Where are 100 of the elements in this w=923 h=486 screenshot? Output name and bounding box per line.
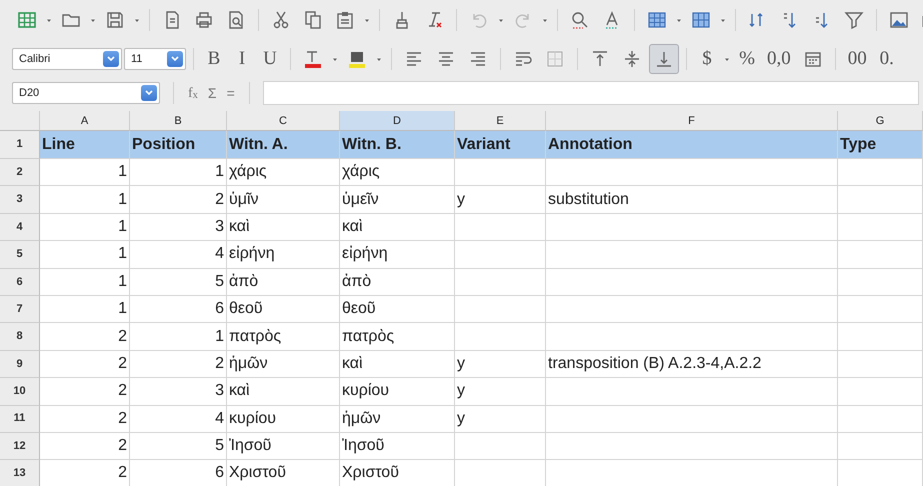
function-wizard-button[interactable]: f$_{x}$ [187,78,199,108]
column-title: Line [40,131,130,159]
column-title: Witn. B. [340,131,455,159]
merge-cells-icon [545,49,565,69]
table-cell: 1 [40,186,130,214]
row-header[interactable]: 9 [0,350,40,378]
column-header[interactable]: D [340,111,455,131]
rows-icon [647,10,667,30]
row-header[interactable]: 11 [0,406,40,433]
table-cell: 6 [130,460,227,486]
table-cell: κυρίου [227,406,340,433]
table-cell: 6 [130,296,227,324]
table-cell: substitution [546,186,838,214]
align-bottom-icon [654,49,674,69]
table-cell: 5 [130,268,227,296]
column-header[interactable]: A [40,111,130,131]
row-header[interactable]: 4 [0,214,40,242]
search-icon [570,10,590,30]
table-cell: 2 [40,378,130,406]
corner-cell[interactable] [0,111,40,131]
row-header[interactable]: 7 [0,296,40,324]
column-title: Annotation [546,131,838,159]
row-header[interactable]: 3 [0,186,40,214]
table-cell: ὑμεῖν [340,186,455,214]
column-header[interactable]: B [130,111,227,131]
toolbar-button[interactable]: 0. [874,44,900,74]
column-header[interactable]: E [455,111,546,131]
toolbar-button[interactable]: 0,0 [762,44,796,74]
table-cell: ἀπὸ [340,268,455,296]
font-size-field[interactable]: 11 [124,48,186,70]
table-cell: 3 [130,214,227,242]
image-icon [889,10,909,30]
scissors-icon [271,10,291,30]
table-cell: 2 [40,432,130,460]
table-cell: καὶ [227,214,340,242]
table-cell: καὶ [340,214,455,242]
row-header[interactable]: 10 [0,378,40,406]
grid-icon [17,10,37,30]
toolbar-button[interactable]: B [201,44,227,74]
sum-button[interactable]: Σ [206,78,218,108]
table-cell: ἡμῶν [340,406,455,433]
table-cell: 4 [130,406,227,433]
table-cell: 1 [40,241,130,269]
formula-input-field[interactable] [262,81,919,105]
table-cell: 5 [130,432,227,460]
table-cell: ὑμῖν [227,186,340,214]
column-header[interactable]: G [838,111,923,131]
row-header[interactable]: 12 [0,432,40,460]
table-cell: 1 [40,296,130,324]
table-cell: y [455,406,546,433]
column-header[interactable]: F [546,111,838,131]
column-title: Witn. A. [227,131,340,159]
font-color-icon [303,49,323,69]
toolbar-button[interactable] [649,44,679,74]
table-cell: Χριστοῦ [227,460,340,486]
row-header[interactable]: 1 [0,131,40,159]
toolbar-button[interactable]: 00 [842,44,872,74]
align-top-icon [590,49,610,69]
row-header[interactable]: 6 [0,268,40,296]
highlight-icon [347,49,367,69]
caret-icon [145,89,153,97]
row-header[interactable]: 13 [0,460,40,486]
table-cell: 2 [40,350,130,378]
table-cell: εἰρήνη [340,241,455,269]
toolbar-button[interactable]: U [257,44,283,74]
table-cell: χάρις [227,159,340,186]
row-header[interactable]: 5 [0,241,40,269]
table-cell: 2 [40,406,130,433]
row-header[interactable]: 2 [0,159,40,186]
column-header[interactable]: C [227,111,340,131]
toolbar-button[interactable]: I [229,44,255,74]
toolbar-button[interactable]: % [734,44,760,74]
table-cell: 1 [40,159,130,186]
table-cell: y [455,186,546,214]
columns-icon [691,10,711,30]
font-name-field[interactable]: Calibri [12,48,122,70]
table-cell: ἡμῶν [227,350,340,378]
copy-icon [303,10,323,30]
table-cell: χάρις [340,159,455,186]
table-cell: 1 [40,214,130,242]
caret-icon [171,55,179,63]
table-cell: 2 [40,323,130,351]
printer-icon [194,10,214,30]
toolbar-button[interactable]: $ [694,44,720,74]
table-cell: Ἰησοῦ [340,432,455,460]
table-cell: 4 [130,241,227,269]
table-cell: θεοῦ [340,296,455,324]
align-middle-icon [622,49,642,69]
row-header[interactable]: 8 [0,323,40,351]
name-box[interactable]: D20 [12,82,160,104]
save-icon [105,10,125,30]
table-cell: 1 [40,268,130,296]
table-cell: Ἰησοῦ [227,432,340,460]
caret-icon [107,55,115,63]
table-cell: transposition (B) A.2.3-4,A.2.2 [546,350,838,378]
table-cell: καὶ [227,378,340,406]
table-cell: 1 [130,323,227,351]
table-cell: 2 [130,186,227,214]
formula-button[interactable]: = [226,78,236,108]
table-cell: θεοῦ [227,296,340,324]
